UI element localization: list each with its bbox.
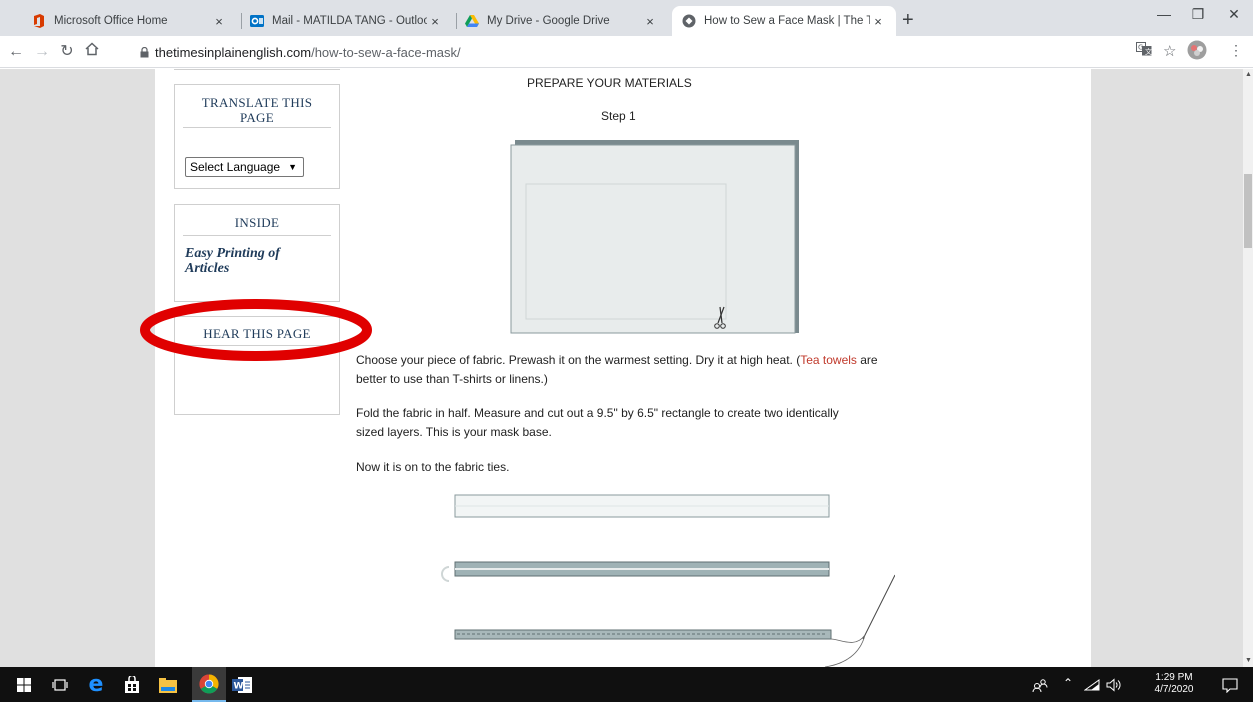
close-tab-icon[interactable]: × xyxy=(427,14,443,29)
bookmark-star-icon[interactable]: ☆ xyxy=(1163,42,1176,60)
translate-widget-title: TRANSLATE THIS PAGE xyxy=(201,95,313,125)
widget-divider xyxy=(183,127,331,128)
scrollbar-thumb[interactable] xyxy=(1244,174,1252,248)
menu-kebab-icon[interactable]: ⋮ xyxy=(1229,42,1243,59)
clock-time: 1:29 PM xyxy=(1155,672,1193,683)
svg-text:G: G xyxy=(1138,44,1143,52)
windows-start-icon[interactable] xyxy=(14,675,34,695)
widget-divider xyxy=(183,235,331,236)
task-view-icon[interactable] xyxy=(50,675,70,695)
red-annotation-ellipse xyxy=(140,299,372,361)
tab-strip: Microsoft Office Home × Mail - MATILDA T… xyxy=(0,0,1253,36)
show-hidden-icons-chevron-icon[interactable]: ⌃ xyxy=(1063,677,1073,689)
select-language-dropdown[interactable]: Select Language ▼ xyxy=(185,157,304,177)
system-clock[interactable]: 1:29 PM 4/7/2020 xyxy=(1144,672,1204,696)
chevron-down-icon: ▼ xyxy=(288,162,297,172)
tab-microsoft-office[interactable]: Microsoft Office Home × xyxy=(22,6,237,36)
tab-outlook-mail[interactable]: Mail - MATILDA TANG - Outlook × xyxy=(240,6,453,36)
fabric-illustration xyxy=(510,140,799,334)
close-window-icon[interactable]: ✕ xyxy=(1219,6,1249,23)
tab-how-to-sew-face-mask[interactable]: How to Sew a Face Mask | The Ti × xyxy=(672,6,896,36)
paragraph-3: Now it is on to the fabric ties. xyxy=(356,460,510,474)
back-arrow-icon[interactable]: ← xyxy=(6,42,26,62)
close-tab-icon[interactable]: × xyxy=(642,14,658,29)
paragraph-1: Choose your piece of fabric. Prewash it … xyxy=(356,353,878,386)
address-bar[interactable]: thetimesinplainenglish.com/how-to-sew-a-… xyxy=(140,40,1100,64)
tea-towels-link[interactable]: Tea towels xyxy=(800,353,857,367)
forward-arrow-icon[interactable]: → xyxy=(32,42,52,62)
page-icon xyxy=(682,14,696,28)
translate-icon[interactable]: 文G xyxy=(1136,42,1152,59)
reload-icon[interactable]: ↻ xyxy=(57,42,77,62)
close-tab-icon[interactable]: × xyxy=(870,14,886,29)
profile-avatar-icon[interactable] xyxy=(1187,40,1207,63)
inside-widget: INSIDE Easy Printing of Articles xyxy=(174,204,340,302)
restore-icon[interactable]: ❐ xyxy=(1183,6,1213,23)
word-icon[interactable]: W xyxy=(232,675,252,695)
translate-widget: TRANSLATE THIS PAGE Select Language ▼ xyxy=(174,84,340,189)
easy-printing-link[interactable]: Easy Printing of Articles xyxy=(185,246,339,276)
windows-taskbar: e W ⌃ 1:29 PM 4/7/2020 xyxy=(0,667,1253,702)
url-path: /how-to-sew-a-face-mask/ xyxy=(311,44,461,60)
people-icon[interactable] xyxy=(1030,675,1050,695)
step-label: Step 1 xyxy=(601,109,636,123)
minimize-icon[interactable]: — xyxy=(1149,6,1179,22)
scroll-up-arrow-icon[interactable]: ▲ xyxy=(1245,71,1252,78)
office-icon xyxy=(32,14,46,28)
wifi-icon[interactable] xyxy=(1082,675,1102,695)
close-tab-icon[interactable]: × xyxy=(211,14,227,29)
store-icon[interactable] xyxy=(122,675,142,695)
tab-google-drive[interactable]: My Drive - Google Drive × xyxy=(455,6,668,36)
chrome-taskbar-icon[interactable] xyxy=(192,667,226,702)
svg-text:W: W xyxy=(234,682,244,692)
action-center-icon[interactable] xyxy=(1220,675,1240,695)
clock-date: 4/7/2020 xyxy=(1154,684,1194,695)
volume-icon[interactable] xyxy=(1104,675,1124,695)
home-icon[interactable] xyxy=(82,42,102,62)
sidebar-widget-previous xyxy=(174,69,340,70)
new-tab-button[interactable]: + xyxy=(902,10,914,30)
outlook-icon xyxy=(250,14,264,28)
page-viewport: TRANSLATE THIS PAGE Select Language ▼ IN… xyxy=(0,69,1243,667)
page-content: TRANSLATE THIS PAGE Select Language ▼ IN… xyxy=(155,69,1091,667)
fabric-ties-illustration xyxy=(441,494,895,667)
inside-widget-title: INSIDE xyxy=(234,215,280,230)
url-host: thetimesinplainenglish.com xyxy=(155,44,312,60)
scroll-down-arrow-icon[interactable]: ▼ xyxy=(1245,657,1252,664)
section-heading: PREPARE YOUR MATERIALS xyxy=(527,76,692,90)
file-explorer-icon[interactable] xyxy=(158,675,178,695)
svg-text:文: 文 xyxy=(1145,47,1152,56)
paragraph-2: Fold the fabric in half. Measure and cut… xyxy=(356,406,839,439)
lock-icon xyxy=(140,46,149,58)
vertical-scrollbar[interactable]: ▲ ▼ xyxy=(1243,69,1253,667)
google-drive-icon xyxy=(465,14,479,28)
browser-toolbar: ← → ↻ thetimesinplainenglish.com/how-to-… xyxy=(0,36,1253,68)
edge-browser-icon[interactable]: e xyxy=(86,674,106,696)
